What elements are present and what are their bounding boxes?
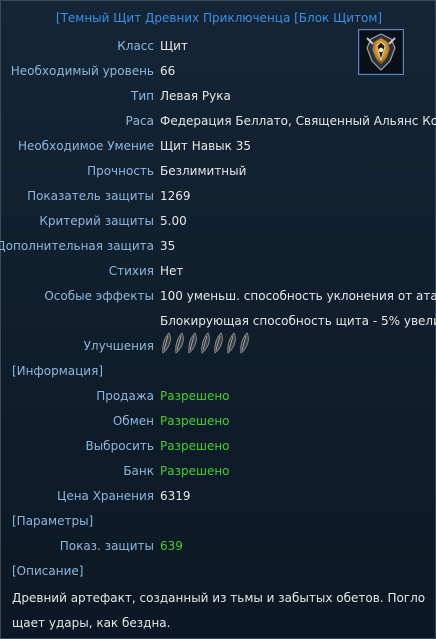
stat-value: Нет [160, 264, 184, 278]
stat-row-level: Необходимый уровень 66 [1, 61, 436, 81]
upgrade-slot-icon [162, 332, 171, 354]
stat-row-race: Раса Федерация Беллато, Священный Альянс… [1, 111, 436, 131]
upgrade-slots [160, 331, 250, 355]
info-label: Обмен [112, 414, 154, 428]
info-value: Разрешено [160, 389, 230, 403]
stat-value: Левая Рука [160, 89, 231, 103]
param-value: 639 [160, 539, 183, 553]
info-row-bank: Банк Разрешено [1, 461, 436, 481]
info-row-sale: Продажа Разрешено [1, 386, 436, 406]
upgrade-slot-icon [175, 332, 184, 354]
stat-label: Дополнительная защита [0, 239, 154, 253]
param-row-defense: Показ. защиты 639 [1, 536, 436, 556]
stat-label: Показатель защиты [27, 189, 154, 203]
stat-value: 66 [160, 64, 176, 78]
stat-label: Необходимое Умение [17, 139, 154, 153]
params-section-row: [Параметры] [1, 511, 436, 531]
item-tooltip-panel: [Темный Щит Древних Приключенца [Блок Щи… [0, 0, 436, 639]
upgrade-slot-icon [227, 332, 236, 354]
stat-label: Критерий защиты [39, 214, 154, 228]
stat-row-extra-defense: Дополнительная защита 35 [0, 236, 436, 256]
stat-row-durability: Прочность Безлимитный [1, 161, 436, 181]
upgrade-slot-icon [188, 332, 197, 354]
stat-label: Тип [131, 89, 154, 103]
info-value: Разрешено [160, 414, 230, 428]
info-label: Выбросить [85, 439, 154, 453]
stat-label: Стихия [108, 264, 154, 278]
info-row-storage-price: Цена Хранения 6319 [1, 486, 436, 506]
item-description: Древний артефакт, созданный из тьмы и за… [12, 591, 426, 630]
info-value: Разрешено [160, 464, 230, 478]
stat-value: 5.00 [160, 214, 187, 228]
stat-row-element: Стихия Нет [1, 261, 436, 281]
section-header-info: [Информация] [12, 364, 103, 378]
stat-value: 35 [160, 239, 176, 253]
info-label: Банк [123, 464, 154, 478]
stat-row-extra-effect: Блокирующая способность щита - 5% увелич… [1, 311, 436, 331]
stat-row-type: Тип Левая Рука [1, 86, 436, 106]
stat-row-class: Класс Щит [1, 36, 436, 56]
info-row-drop: Выбросить Разрешено [1, 436, 436, 456]
stat-label: Прочность [87, 164, 154, 178]
upgrade-slot-icon [214, 332, 223, 354]
info-section-row: [Информация] [1, 361, 436, 381]
stat-row-defense: Показатель защиты 1269 [1, 186, 436, 206]
section-header-description: [Описание] [12, 564, 84, 578]
param-label: Показ. защиты [59, 539, 154, 553]
stat-label: Необходимый уровень [10, 64, 154, 78]
stat-row-special-effects: Особые эффекты 100 уменьш. способность у… [1, 286, 436, 306]
stat-value: 100 уменьш. способность уклонения от ата… [160, 289, 436, 303]
stat-value: 1269 [160, 189, 191, 203]
info-label: Цена Хранения [57, 489, 154, 503]
info-value: Разрешено [160, 439, 230, 453]
stat-label: Особые эффекты [44, 289, 154, 303]
stat-label: Класс [117, 39, 154, 53]
item-title: [Темный Щит Древних Приключенца [Блок Щи… [55, 11, 383, 25]
info-value: 6319 [160, 489, 191, 503]
stat-value: Безлимитный [160, 164, 247, 178]
stat-row-skill: Необходимое Умение Щит Навык 35 [1, 136, 436, 156]
desc-section-row: [Описание] [1, 561, 436, 581]
stat-value: Щит Навык 35 [160, 139, 251, 153]
upgrade-slot-icon [201, 332, 210, 354]
stat-value: Щит [160, 39, 188, 53]
stat-row-defense-criterion: Критерий защиты 5.00 [1, 211, 436, 231]
upgrades-label: Улучшения [83, 339, 154, 353]
stat-label: Раса [125, 114, 154, 128]
stat-value: Федерация Беллато, Священный Альянс Кора [160, 114, 436, 128]
info-label: Продажа [96, 389, 154, 403]
extra-effect-value: Блокирующая способность щита - 5% увелич… [160, 314, 436, 328]
upgrade-slot-icon [240, 332, 249, 354]
section-header-params: [Параметры] [12, 514, 94, 528]
info-row-trade: Обмен Разрешено [1, 411, 436, 431]
